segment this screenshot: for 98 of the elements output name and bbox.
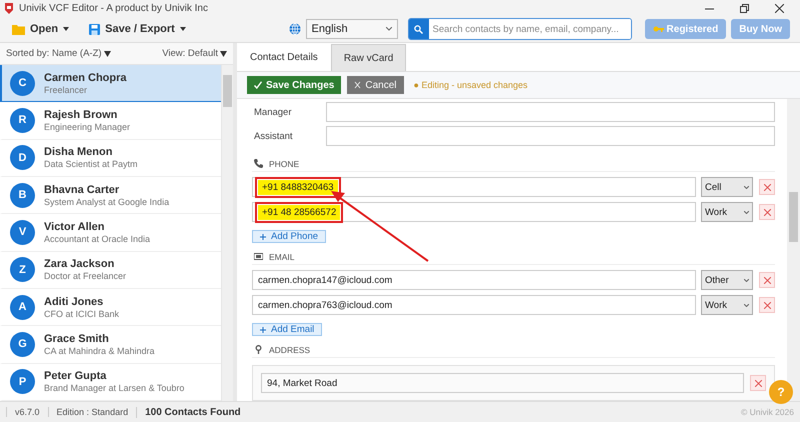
type-select[interactable]: Work bbox=[701, 295, 753, 315]
type-select[interactable]: Cell bbox=[701, 177, 753, 197]
street-field[interactable]: 94, Market Road bbox=[261, 373, 744, 393]
contact-list-item[interactable]: Z Zara Jackson Doctor at Freelancer bbox=[0, 252, 221, 289]
section-heading: ADDRESS bbox=[269, 344, 310, 354]
contact-name: Peter Gupta bbox=[44, 370, 108, 382]
app-logo-icon bbox=[4, 2, 14, 14]
remove-icon bbox=[764, 208, 770, 216]
section-heading: EMAIL bbox=[269, 252, 295, 262]
avatar: A bbox=[10, 294, 35, 320]
remove-icon bbox=[764, 184, 770, 190]
contacts-count: 100 Contacts Found bbox=[136, 406, 249, 418]
remove-icon bbox=[764, 302, 770, 308]
location-pin-icon bbox=[254, 345, 263, 354]
phone-icon bbox=[254, 159, 263, 168]
contact-subtitle: CA at Mahindra & Mahindra bbox=[44, 346, 155, 356]
contact-subtitle: Freelancer bbox=[44, 84, 88, 95]
remove-button[interactable] bbox=[759, 179, 775, 195]
avatar: G bbox=[10, 332, 35, 357]
avatar: B bbox=[10, 182, 35, 208]
view-menu[interactable]: View: Default bbox=[162, 48, 227, 59]
scrollbar[interactable] bbox=[787, 99, 800, 401]
caret-icon bbox=[63, 27, 70, 31]
remove-icon bbox=[764, 276, 770, 284]
field-label: Assistant bbox=[253, 130, 294, 142]
contact-subtitle: Engineering Manager bbox=[44, 122, 130, 132]
save-changes-button[interactable]: Save Changes bbox=[247, 76, 342, 94]
email-field[interactable]: carmen.chopra763@icloud.com bbox=[252, 295, 696, 315]
caret-icon bbox=[180, 27, 186, 31]
phone-field[interactable]: +91 8488320463 bbox=[252, 177, 696, 197]
contact-name: Carmen Chopra bbox=[44, 72, 127, 84]
contact-list-item[interactable]: G Grace Smith CA at Mahindra & Mahindra bbox=[0, 326, 221, 364]
phone-field[interactable]: +91 48 28566572 bbox=[252, 202, 696, 222]
avatar: Z bbox=[10, 257, 35, 282]
contact-name: Zara Jackson bbox=[44, 258, 116, 270]
plus-icon bbox=[260, 326, 266, 332]
contact-list-item[interactable]: R Rajesh Brown Engineering Manager bbox=[0, 102, 221, 140]
remove-icon bbox=[754, 380, 762, 386]
save-export-menu-button[interactable]: Save / Export bbox=[87, 21, 188, 37]
plus-icon bbox=[260, 234, 266, 240]
contact-subtitle: Accountant at Oracle India bbox=[44, 234, 150, 244]
contact-list-item[interactable]: V Victor Allen Accountant at Oracle India bbox=[0, 214, 221, 252]
tab[interactable]: Raw vCard bbox=[330, 44, 406, 71]
contact-list-item[interactable]: A Aditi Jones CFO at ICICI Bank bbox=[0, 288, 221, 326]
add-phone-button[interactable]: Add Phone bbox=[252, 230, 326, 243]
caret-icon bbox=[220, 50, 227, 56]
version-label: v6.7.0 bbox=[6, 407, 48, 417]
search-icon bbox=[414, 24, 424, 34]
close-icon bbox=[775, 4, 784, 12]
copyright: © Univik 2026 bbox=[740, 407, 794, 417]
contact-name: Grace Smith bbox=[44, 332, 110, 345]
search-field[interactable]: Search contacts by name, email, company... bbox=[408, 18, 632, 40]
type-select[interactable]: Work bbox=[701, 202, 753, 222]
caret-icon bbox=[104, 50, 111, 56]
avatar: P bbox=[10, 369, 35, 394]
remove-button[interactable] bbox=[759, 297, 775, 313]
editing-status: ● Editing - unsaved changes bbox=[414, 80, 528, 90]
contact-subtitle: CFO at ICICI Bank bbox=[44, 308, 120, 319]
language-select[interactable]: English bbox=[306, 19, 398, 39]
add-email-button[interactable]: Add Email bbox=[252, 323, 322, 336]
contact-subtitle: Data Scientist at Paytm bbox=[44, 159, 138, 170]
email-field[interactable]: carmen.chopra147@icloud.com bbox=[252, 270, 696, 290]
contact-name: Victor Allen bbox=[44, 220, 106, 233]
type-select[interactable]: Other bbox=[701, 270, 753, 290]
input-field[interactable] bbox=[326, 126, 775, 146]
contact-name: Rajesh Brown bbox=[44, 108, 118, 121]
key-icon bbox=[652, 26, 664, 32]
section-heading: PHONE bbox=[269, 158, 300, 168]
contact-subtitle: System Analyst at Google India bbox=[44, 196, 170, 207]
contact-list-item[interactable]: C Carmen Chopra Freelancer bbox=[0, 65, 221, 102]
contact-name: Disha Menon bbox=[44, 146, 114, 158]
remove-button[interactable] bbox=[750, 375, 766, 391]
avatar: R bbox=[10, 108, 35, 133]
contact-name: Bhavna Carter bbox=[44, 184, 120, 196]
window-title: Univik VCF Editor - A product by Univik Inc bbox=[19, 2, 209, 14]
folder-icon bbox=[12, 24, 25, 34]
check-icon bbox=[254, 81, 262, 89]
cancel-button[interactable]: Cancel bbox=[347, 76, 404, 94]
contact-subtitle: Doctor at Freelancer bbox=[44, 271, 126, 282]
cross-icon bbox=[354, 81, 362, 89]
maximize-icon bbox=[740, 4, 749, 12]
sort-menu[interactable]: Sorted by: Name (A-Z) bbox=[6, 48, 111, 59]
email-icon bbox=[254, 252, 263, 261]
field-label: Manager bbox=[253, 106, 292, 118]
remove-button[interactable] bbox=[759, 204, 775, 220]
avatar: V bbox=[10, 220, 35, 245]
avatar: C bbox=[10, 70, 35, 96]
globe-icon bbox=[288, 23, 301, 35]
contact-list-item[interactable]: B Bhavna Carter System Analyst at Google India bbox=[0, 176, 221, 214]
contact-subtitle: Brand Manager at Larsen & Toubro bbox=[44, 383, 184, 394]
input-field[interactable] bbox=[326, 102, 775, 122]
open-menu-button[interactable]: Open bbox=[10, 21, 72, 37]
contact-name: Aditi Jones bbox=[44, 296, 104, 308]
avatar: D bbox=[10, 145, 35, 170]
edition-label: Edition : Standard bbox=[48, 407, 136, 417]
contact-list-item[interactable]: D Disha Menon Data Scientist at Paytm bbox=[0, 140, 221, 177]
remove-button[interactable] bbox=[759, 272, 775, 288]
scrollbar[interactable] bbox=[221, 65, 233, 401]
